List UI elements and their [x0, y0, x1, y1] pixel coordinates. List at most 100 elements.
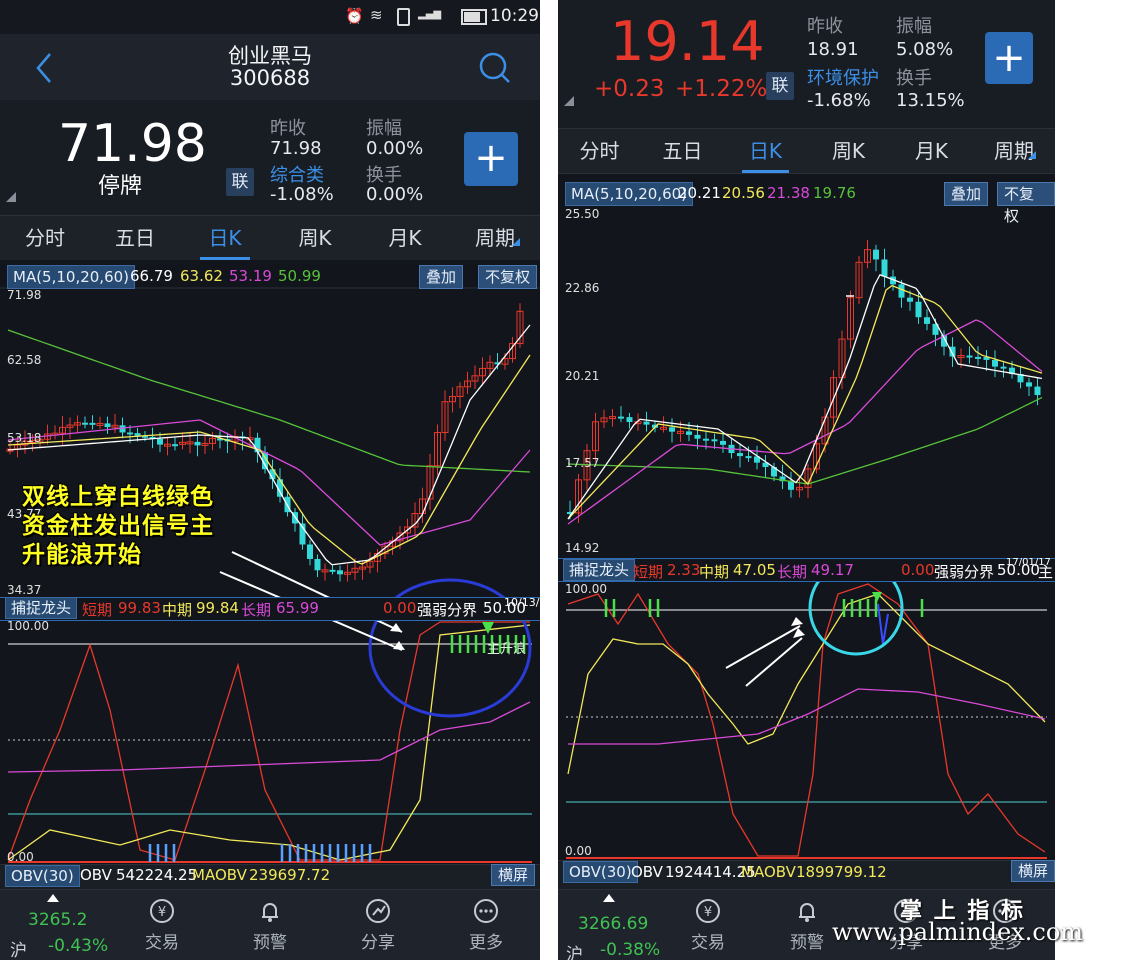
amplitude-value: 5.08% [896, 39, 954, 60]
candlestick-chart[interactable] [558, 174, 1055, 888]
arrow-head-icon [393, 641, 405, 650]
indicator-name[interactable]: 捕捉龙头 [5, 597, 78, 619]
ma-indicator-label[interactable]: MA(5,10,20,60) [565, 182, 694, 206]
right-candle-body [1034, 386, 1041, 396]
period-tabs: 分时 五日 日K 周K 月K 周期 [558, 128, 1055, 174]
long-term-label: 长期 [777, 563, 808, 581]
obv-label: OBV [631, 863, 663, 881]
trade-label: 交易 [691, 933, 725, 953]
battery-icon [461, 9, 487, 25]
tab-monthly-k[interactable]: 月K [890, 129, 973, 173]
add-watchlist-button[interactable]: + [985, 32, 1033, 84]
left-candle-body [127, 432, 133, 435]
annotation-arrow [725, 625, 801, 669]
down-arrow-icon [482, 622, 494, 634]
add-watchlist-button[interactable]: + [464, 132, 518, 186]
index-change: -0.38% [600, 940, 661, 960]
maobv-label: MAOBV [192, 866, 247, 884]
short-term-value: 99.83 [118, 599, 161, 617]
prev-close-value: 71.98 [270, 138, 322, 159]
left-candle-body [104, 423, 111, 428]
tab-minute[interactable]: 分时 [558, 129, 641, 173]
annotation-arrow [745, 637, 803, 687]
left-candle-body [307, 544, 313, 559]
share-icon [366, 899, 390, 923]
right-candle-body [915, 301, 922, 318]
index-value[interactable]: 3265.2 [28, 910, 87, 930]
search-icon[interactable] [478, 51, 512, 85]
ma-indicator-label[interactable]: MA(5,10,20,60) [7, 265, 136, 289]
tab-period[interactable]: 周期 [973, 129, 1055, 173]
ma20-value: 53.19 [229, 267, 272, 285]
turnover-label: 换手 [896, 68, 932, 89]
right-phone-screen: 19.14 +0.23 +1.22% 联 昨收 18.91 环境保护 -1.68… [558, 0, 1055, 960]
no-adjust-button[interactable]: 不复权 [478, 265, 538, 289]
tab-daily-k[interactable]: 日K [724, 129, 807, 173]
share-tab[interactable]: 分享 [343, 898, 413, 953]
svg-text:¥: ¥ [158, 905, 166, 920]
obv-indicator-label[interactable]: OBV(30) [563, 861, 638, 883]
price-axis-label: 17.57 [565, 456, 600, 470]
expand-up-icon[interactable] [47, 894, 59, 902]
obv-indicator-label[interactable]: OBV(30) [5, 865, 80, 887]
right-candle-body [711, 439, 718, 442]
tab-daily-k[interactable]: 日K [180, 216, 270, 260]
mid-term-value: 99.84 [196, 599, 239, 617]
boundary-label: 强弱分界 [417, 601, 478, 619]
ma60-line [7, 329, 531, 473]
trade-tab[interactable]: ¥ 交易 [673, 898, 743, 953]
tab-weekly-k[interactable]: 周K [807, 129, 890, 173]
index-value[interactable]: 3266.69 [578, 914, 648, 934]
annotation-line-1: 双线上穿白线绿色 [22, 484, 214, 510]
long-term-value: 49.17 [811, 561, 854, 579]
boundary-label: 强弱分界 [934, 563, 995, 581]
no-adjust-button[interactable]: 不复权 [997, 182, 1055, 225]
landscape-button[interactable]: 横屏 [1011, 860, 1055, 882]
tab-monthly-k[interactable]: 月K [360, 216, 450, 260]
tab-five-day[interactable]: 五日 [90, 216, 180, 260]
candlestick-chart[interactable] [0, 260, 540, 888]
stock-code: 300688 [229, 66, 311, 90]
sector-link[interactable]: 环境保护 [807, 64, 879, 90]
left-candle-body [194, 441, 201, 446]
lian-badge[interactable]: 联 [766, 72, 794, 100]
annotation-line-3: 升能浪开始 [22, 542, 142, 568]
maobv-label: MAOBV [741, 863, 796, 881]
landscape-button[interactable]: 横屏 [491, 864, 536, 886]
mid-term-label: 中期 [162, 601, 193, 619]
tab-minute[interactable]: 分时 [0, 216, 90, 260]
overlay-button[interactable]: 叠加 [944, 182, 989, 206]
expand-up-icon[interactable] [603, 894, 615, 902]
price-axis-label: 14.92 [565, 541, 600, 555]
trade-state: 停牌 [98, 174, 143, 199]
right-candle-body [643, 421, 650, 425]
index-market: 沪 [10, 941, 27, 960]
tab-period[interactable]: 周期 [450, 216, 540, 260]
tab-weekly-k[interactable]: 周K [270, 216, 360, 260]
indicator-date: 17/01/17 [1006, 557, 1051, 568]
maobv-value: 239697.72 [249, 866, 331, 884]
overlay-button[interactable]: 叠加 [419, 265, 464, 289]
tab-five-day[interactable]: 五日 [641, 129, 724, 173]
alert-label: 预警 [790, 933, 824, 953]
right-candle-body [907, 297, 913, 302]
index-market: 沪 [566, 945, 583, 960]
price-axis-label: 53.18 [7, 431, 42, 445]
price-axis-label: 34.37 [7, 583, 42, 597]
indicator-name[interactable]: 捕捉龙头 [563, 559, 636, 581]
trade-tab[interactable]: ¥ 交易 [127, 898, 197, 953]
right-candle-body [966, 355, 973, 358]
short-term-label: 短期 [82, 601, 113, 619]
price-change-pct: +1.22% [675, 76, 768, 102]
indicator-axis-top: 100.00 [565, 582, 607, 596]
price-axis-label: 71.98 [7, 288, 42, 302]
status-bar: ⏰ ≋ ▂▄▆ 10:29 [0, 0, 540, 34]
more-tab[interactable]: 更多 [451, 898, 521, 953]
lian-badge[interactable]: 联 [226, 168, 254, 196]
annotation-line-2: 资金柱发出信号主 [22, 513, 214, 539]
mid-term-line [7, 624, 531, 861]
long-term-value: 65.99 [276, 599, 319, 617]
alert-tab[interactable]: 预警 [235, 898, 305, 953]
mid-term-value: 47.05 [733, 561, 776, 579]
bell-icon [799, 903, 815, 922]
